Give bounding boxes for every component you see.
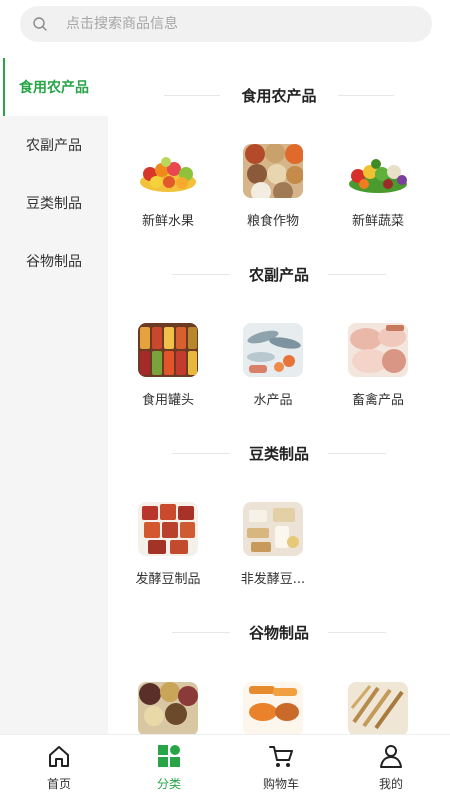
tab-label: 购物车 <box>262 777 299 791</box>
search-input[interactable]: 点击搜索商品信息 <box>20 6 432 42</box>
tab-cart[interactable]: 购物车 <box>225 735 337 800</box>
user-icon <box>380 745 402 768</box>
sidebar-item-farm-byproducts[interactable]: 农副产品 <box>0 116 108 174</box>
category-item-label: 发酵豆制品 <box>135 572 201 587</box>
sidebar-item-grain-products[interactable]: 谷物制品 <box>0 232 108 290</box>
sidebar-item-label: 豆类制品 <box>26 196 82 212</box>
grain-image <box>243 144 303 198</box>
section-title-text: 食用农产品 <box>241 87 317 105</box>
sidebar-item-edible-farm-products[interactable]: 食用农产品 <box>0 58 108 116</box>
cart-icon <box>269 746 293 767</box>
sidebar-item-bean-products[interactable]: 豆类制品 <box>0 174 108 232</box>
sidebar-item-label: 谷物制品 <box>26 254 82 270</box>
category-sidebar: 食用农产品 农副产品 豆类制品 谷物制品 <box>0 58 108 734</box>
category-item-label: 水产品 <box>253 393 293 408</box>
category-item-label: 食用罐头 <box>141 393 194 408</box>
livestock-products-image <box>348 323 408 377</box>
section-title-edible-farm-products: 食用农产品 <box>108 76 450 116</box>
tab-label: 首页 <box>46 777 71 791</box>
category-item-grain-3[interactable] <box>333 682 423 734</box>
category-item-label: 粮食作物 <box>246 214 299 229</box>
category-icon <box>158 745 180 767</box>
vegetables-image <box>348 144 408 198</box>
category-item-grain-2[interactable] <box>228 682 318 734</box>
canned-food-image <box>138 323 198 377</box>
bottom-tab-bar: 首页 分类 购物车 我的 <box>0 734 450 800</box>
section-title-farm-byproducts: 农副产品 <box>108 255 450 295</box>
sweet-potato-image <box>243 682 303 734</box>
category-item-grain-crops[interactable]: 粮食作物 <box>228 144 318 244</box>
tab-home[interactable]: 首页 <box>3 735 115 800</box>
category-item-non-fermented-bean-products[interactable]: 非发酵豆... <box>228 502 318 602</box>
fermented-bean-image <box>138 502 198 556</box>
search-placeholder: 点击搜索商品信息 <box>66 16 178 32</box>
category-item-aquatic-products[interactable]: 水产品 <box>228 323 318 423</box>
category-item-canned-food[interactable]: 食用罐头 <box>123 323 213 423</box>
aquatic-products-image <box>243 323 303 377</box>
section-title-grain-products: 谷物制品 <box>108 613 450 653</box>
category-item-fresh-vegetables[interactable]: 新鲜蔬菜 <box>333 144 423 244</box>
wheat-image <box>348 682 408 734</box>
search-bar: 点击搜索商品信息 <box>0 0 450 52</box>
category-item-grain-1[interactable] <box>123 682 213 734</box>
tab-mine[interactable]: 我的 <box>335 735 447 800</box>
sidebar-item-label: 食用农产品 <box>19 80 89 96</box>
non-fermented-bean-image <box>243 502 303 556</box>
mixed-grains-image <box>138 682 198 734</box>
tab-label: 分类 <box>156 777 181 791</box>
category-item-label: 新鲜蔬菜 <box>351 214 404 229</box>
section-title-text: 农副产品 <box>248 266 309 284</box>
search-icon <box>33 17 47 31</box>
category-item-label: 非发酵豆... <box>240 572 306 587</box>
section-title-bean-products: 豆类制品 <box>108 434 450 474</box>
category-item-fresh-fruit[interactable]: 新鲜水果 <box>123 144 213 244</box>
home-icon <box>49 746 69 767</box>
section-title-text: 谷物制品 <box>248 624 309 642</box>
section-title-text: 豆类制品 <box>248 445 309 463</box>
category-item-label: 畜禽产品 <box>351 393 404 408</box>
tab-label: 我的 <box>378 777 403 791</box>
sidebar-item-label: 农副产品 <box>26 138 82 154</box>
category-item-livestock-products[interactable]: 畜禽产品 <box>333 323 423 423</box>
tab-category[interactable]: 分类 <box>113 735 225 800</box>
category-item-label: 新鲜水果 <box>141 214 194 229</box>
category-item-fermented-bean-products[interactable]: 发酵豆制品 <box>123 502 213 602</box>
category-content: 食用农产品 新鲜水果 粮食作物 新鲜蔬菜 农副产品 食用罐头 水产品 畜禽产品 … <box>108 58 450 734</box>
fruit-image <box>138 144 198 198</box>
